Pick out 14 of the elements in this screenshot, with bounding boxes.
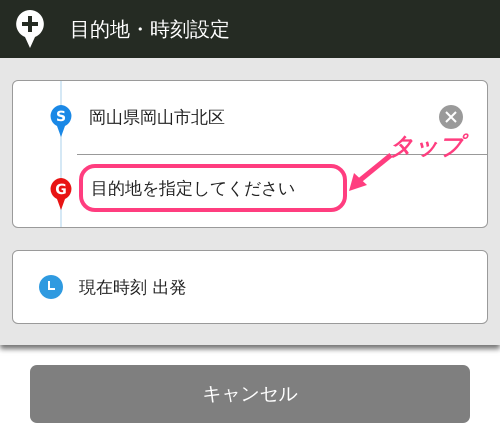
cancel-button[interactable]: キャンセル (30, 365, 470, 423)
add-pin-icon (16, 10, 44, 48)
screen-title: 目的地・時刻設定 (70, 16, 230, 42)
clear-button[interactable] (439, 105, 463, 129)
pointer-arrow (347, 153, 393, 193)
time-card[interactable]: 現在時刻 出発 (12, 250, 488, 324)
destination-field[interactable]: 目的地を指定してください (79, 164, 347, 212)
clock-icon (39, 275, 63, 299)
clear-icon (445, 111, 457, 123)
origin-field[interactable]: 岡山県岡山市北区 (89, 99, 349, 135)
departure-time-label: 現在時刻 出発 (79, 276, 186, 298)
tap-annotation: タップ (389, 131, 470, 162)
start-pin-icon: S (50, 105, 72, 137)
goal-pin-icon: G (50, 178, 72, 210)
